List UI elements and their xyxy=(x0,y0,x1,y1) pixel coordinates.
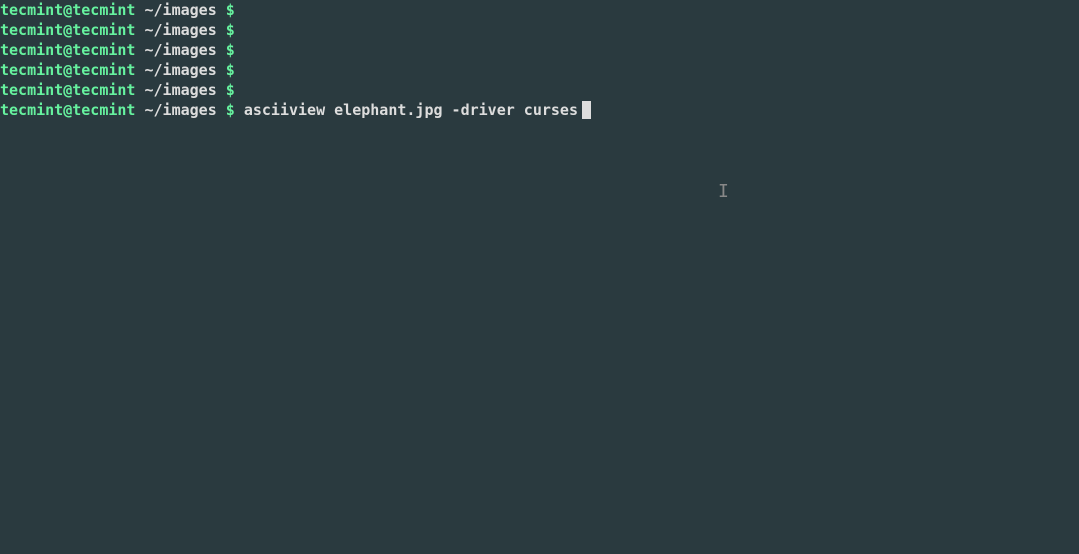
prompt-symbol: $ xyxy=(226,100,235,120)
prompt-path: ~/images xyxy=(135,80,225,100)
cursor-block xyxy=(582,101,591,119)
prompt-path: ~/images xyxy=(135,100,225,120)
prompt-userhost: tecmint@tecmint xyxy=(0,0,135,20)
prompt-path: ~/images xyxy=(135,20,225,40)
terminal-line: tecmint@tecmint ~/images $ xyxy=(0,80,1079,100)
prompt-path: ~/images xyxy=(135,40,225,60)
prompt-userhost: tecmint@tecmint xyxy=(0,80,135,100)
prompt-symbol: $ xyxy=(226,40,235,60)
prompt-userhost: tecmint@tecmint xyxy=(0,20,135,40)
prompt-symbol: $ xyxy=(226,60,235,80)
terminal-line: tecmint@tecmint ~/images $ xyxy=(0,20,1079,40)
command-text: asciiview elephant.jpg -driver curses xyxy=(235,100,578,120)
prompt-symbol: $ xyxy=(226,20,235,40)
text-cursor-icon: I xyxy=(718,182,729,202)
prompt-userhost: tecmint@tecmint xyxy=(0,100,135,120)
terminal-line-active[interactable]: tecmint@tecmint ~/images $ asciiview ele… xyxy=(0,100,1079,120)
terminal-line: tecmint@tecmint ~/images $ xyxy=(0,60,1079,80)
terminal-output[interactable]: tecmint@tecmint ~/images $ tecmint@tecmi… xyxy=(0,0,1079,120)
prompt-symbol: $ xyxy=(226,0,235,20)
terminal-line: tecmint@tecmint ~/images $ xyxy=(0,40,1079,60)
terminal-line: tecmint@tecmint ~/images $ xyxy=(0,0,1079,20)
prompt-path: ~/images xyxy=(135,60,225,80)
prompt-userhost: tecmint@tecmint xyxy=(0,40,135,60)
prompt-path: ~/images xyxy=(135,0,225,20)
prompt-symbol: $ xyxy=(226,80,235,100)
prompt-userhost: tecmint@tecmint xyxy=(0,60,135,80)
